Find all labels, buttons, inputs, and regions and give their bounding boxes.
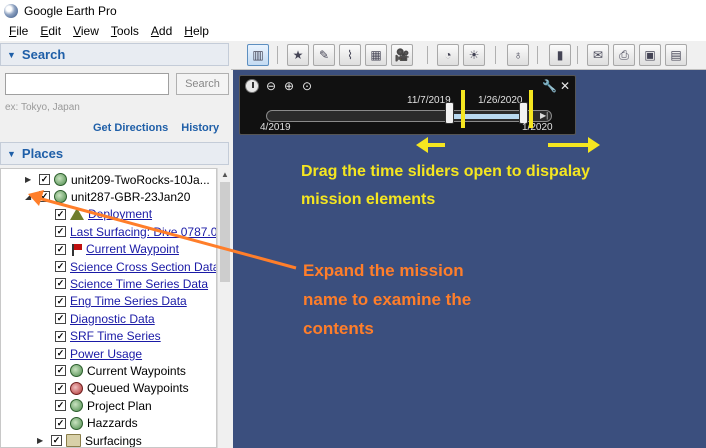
orange-annotation-line: Expand the mission: [303, 261, 464, 280]
yellow-annotation: Drag the time sliders open to dispalay m…: [301, 158, 590, 214]
annotation-arrows: [28, 90, 600, 270]
orange-arrow-line: [37, 196, 297, 270]
yellow-arrowhead-right: [588, 137, 600, 153]
orange-annotation: Expand the mission name to examine the c…: [303, 256, 471, 343]
yellow-annotation-line: mission elements: [301, 191, 436, 208]
yellow-annotation-line: Drag the time sliders open to dispalay: [301, 163, 590, 180]
orange-annotation-line: name to examine the: [303, 290, 472, 309]
orange-annotation-line: contents: [303, 319, 374, 338]
yellow-arrowhead-left: [416, 137, 428, 153]
